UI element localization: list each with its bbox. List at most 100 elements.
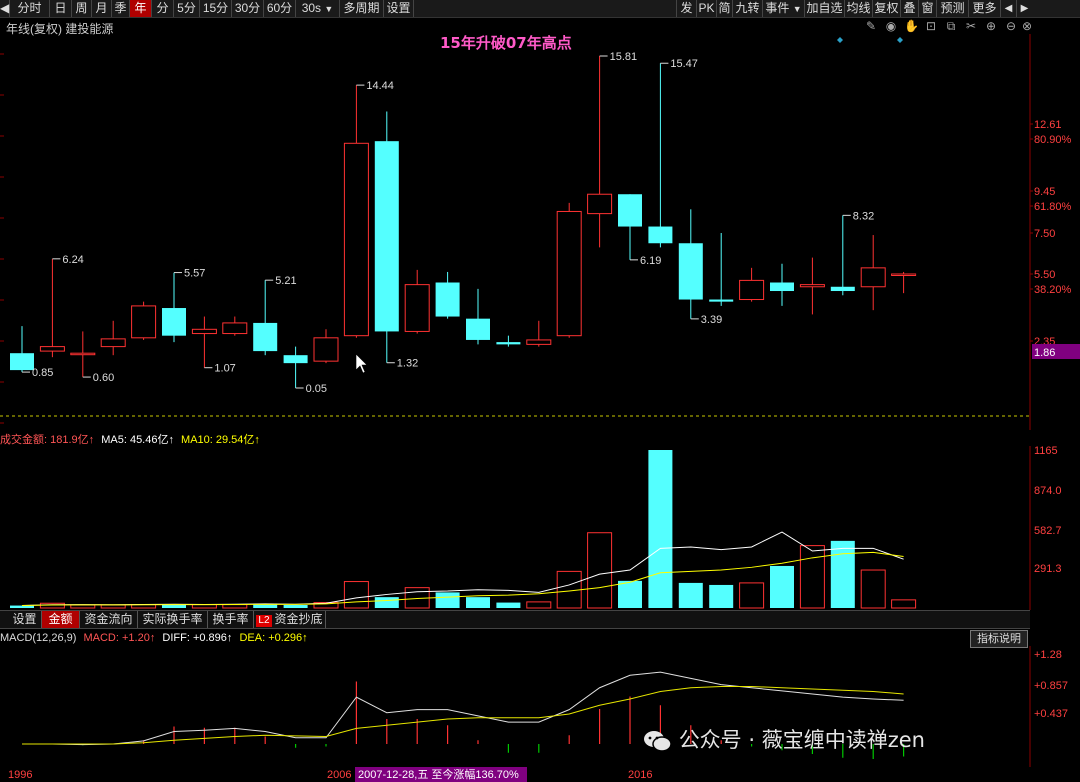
tab-fund-bottom-label: 资金抄底: [274, 612, 323, 626]
tab-turnover[interactable]: 换手率: [208, 611, 254, 628]
volume-bar-down: [466, 597, 490, 608]
diff-value: DIFF: +0.896↑: [162, 632, 233, 644]
tab-fund-bottom[interactable]: L2 资金抄底: [254, 611, 326, 628]
volume-value: 181.9亿↑: [50, 434, 95, 446]
btn-overlay[interactable]: 叠: [900, 0, 918, 17]
candle-body-up: [891, 273, 917, 276]
tab-amount[interactable]: 金额: [42, 611, 80, 628]
btn-events-label: 事件: [765, 1, 790, 15]
btn-simple[interactable]: 简: [716, 0, 732, 17]
pencil-icon[interactable]: ✎: [864, 19, 878, 33]
candle-body-up: [404, 284, 430, 332]
btn-ma[interactable]: 均线: [844, 0, 872, 17]
btn-forecast[interactable]: 预测: [936, 0, 968, 17]
volume-bar-up: [891, 599, 917, 609]
candle-body-down: [253, 322, 278, 352]
tab-settings-bottom[interactable]: 设置: [8, 611, 42, 628]
high-annotation: 5.57: [184, 268, 205, 280]
low-annotation: 1.07: [214, 363, 235, 375]
btn-events[interactable]: 事件 ▼: [762, 0, 804, 17]
close-icon[interactable]: ⊗: [1020, 19, 1034, 33]
price-chart[interactable]: 12.6180.90%9.4561.80%7.505.5038.20%2.351…: [0, 34, 1080, 430]
candle-body-up: [860, 267, 886, 288]
volume-bar-up: [70, 604, 96, 609]
tab-weekly[interactable]: 周: [72, 0, 92, 17]
tab-yearly[interactable]: 年: [130, 0, 152, 17]
volume-bar-up: [191, 604, 217, 609]
candle-body-up: [343, 142, 369, 337]
btn-adjust[interactable]: 复权: [872, 0, 900, 17]
volume-bar-down: [770, 565, 794, 608]
candle-body-up: [739, 279, 765, 301]
btn-pk[interactable]: PK: [696, 0, 716, 17]
candle-body-down: [648, 226, 673, 244]
hand-icon[interactable]: ✋: [904, 19, 919, 33]
tab-actual-turnover[interactable]: 实际换手率: [138, 611, 208, 628]
candle-body-up: [191, 328, 217, 335]
candle-body-down: [678, 243, 703, 300]
zoom-in-icon[interactable]: ⊕: [984, 19, 998, 33]
volume-bar-up: [526, 601, 552, 609]
x-axis-label: 2006: [327, 769, 351, 781]
btn-window[interactable]: 窗: [918, 0, 936, 17]
high-annotation: 6.24: [62, 254, 83, 266]
candle-body-down: [466, 318, 490, 340]
macd-value: MACD: +1.20↑: [83, 632, 156, 644]
btn-fa[interactable]: 发: [676, 0, 696, 17]
candle-body-up: [222, 322, 248, 335]
btn-more[interactable]: 更多: [968, 0, 1000, 17]
x-axis-label: 2016: [628, 769, 652, 781]
tab-5min[interactable]: 5分: [174, 0, 200, 17]
candle-body-down: [496, 342, 521, 345]
volume-chart[interactable]: 1165 874.0 582.7 291.3: [0, 446, 1080, 610]
cursor-date-label: 2007-12-28,五 至今涨幅136.70%: [358, 767, 519, 781]
tab-15min[interactable]: 15分: [200, 0, 232, 17]
prev-arrow-icon[interactable]: ◀: [0, 0, 10, 17]
tab-monthly[interactable]: 月: [92, 0, 112, 17]
tab-daily[interactable]: 日: [50, 0, 72, 17]
price-axis-label: 38.20%: [1034, 284, 1072, 296]
x-axis-label: 1996: [8, 769, 32, 781]
candle-body-down: [10, 353, 34, 371]
copy-icon[interactable]: ⧉: [944, 19, 958, 33]
watermark-text: 公众号 · 薇宝缠中读禅zen: [678, 728, 925, 752]
eye-icon[interactable]: ◉: [884, 19, 898, 33]
time-axis: 1996 2006 2007-12-28,五 至今涨幅136.70% 2016: [8, 767, 652, 782]
tab-quarterly[interactable]: 季: [112, 0, 130, 17]
tab-settings[interactable]: 设置: [384, 0, 414, 17]
nav-left-icon[interactable]: ◀: [1000, 0, 1016, 17]
btn-jiuzhuan[interactable]: 九转: [732, 0, 762, 17]
tab-30s[interactable]: 30s ▼: [296, 0, 340, 17]
lock-icon[interactable]: ⊡: [924, 19, 938, 33]
price-axis-label: 80.90%: [1034, 134, 1072, 146]
nav-right-icon[interactable]: ▶: [1016, 0, 1032, 17]
volume-bar-down: [10, 605, 34, 608]
candle-body-down: [374, 141, 399, 332]
tab-multi-period[interactable]: 多周期: [340, 0, 384, 17]
scissors-icon[interactable]: ✂: [964, 19, 978, 33]
volume-bar-up: [587, 532, 613, 609]
tab-60min[interactable]: 60分: [264, 0, 296, 17]
chevron-down-icon: ▼: [792, 4, 802, 14]
candle-body-down: [618, 194, 642, 227]
volume-bar-down: [648, 450, 673, 608]
tab-minute[interactable]: 分: [152, 0, 174, 17]
btn-add-watchlist[interactable]: 加自选: [804, 0, 844, 17]
volume-bar-up: [343, 581, 369, 609]
tab-fund-flow[interactable]: 资金流向: [80, 611, 138, 628]
marker-diamond-icon: [837, 37, 843, 43]
low-annotation: 1.32: [397, 358, 418, 370]
candle-body-up: [39, 346, 65, 352]
candle-body-down: [435, 282, 460, 317]
tab-intraday[interactable]: 分时: [10, 0, 50, 17]
chart-tools: ✎ ◉ ✋ ⊡ ⧉ ✂ ⊕ ⊖ ⊗: [860, 18, 1032, 34]
volume-axis-label: 874.0: [1034, 485, 1062, 497]
zoom-out-icon[interactable]: ⊖: [1004, 19, 1018, 33]
candle-body-up: [131, 305, 157, 339]
candle-body-down: [709, 299, 734, 302]
price-axis-label: 5.50: [1034, 269, 1055, 281]
macd-header: MACD(12,26,9) MACD: +1.20↑ DIFF: +0.896↑…: [0, 630, 1030, 646]
period-toolbar: ◀ 分时 日 周 月 季 年 分 5分 15分 30分 60分 30s ▼ 多周…: [0, 0, 1080, 18]
candle-body-down: [283, 355, 308, 364]
tab-30min[interactable]: 30分: [232, 0, 264, 17]
